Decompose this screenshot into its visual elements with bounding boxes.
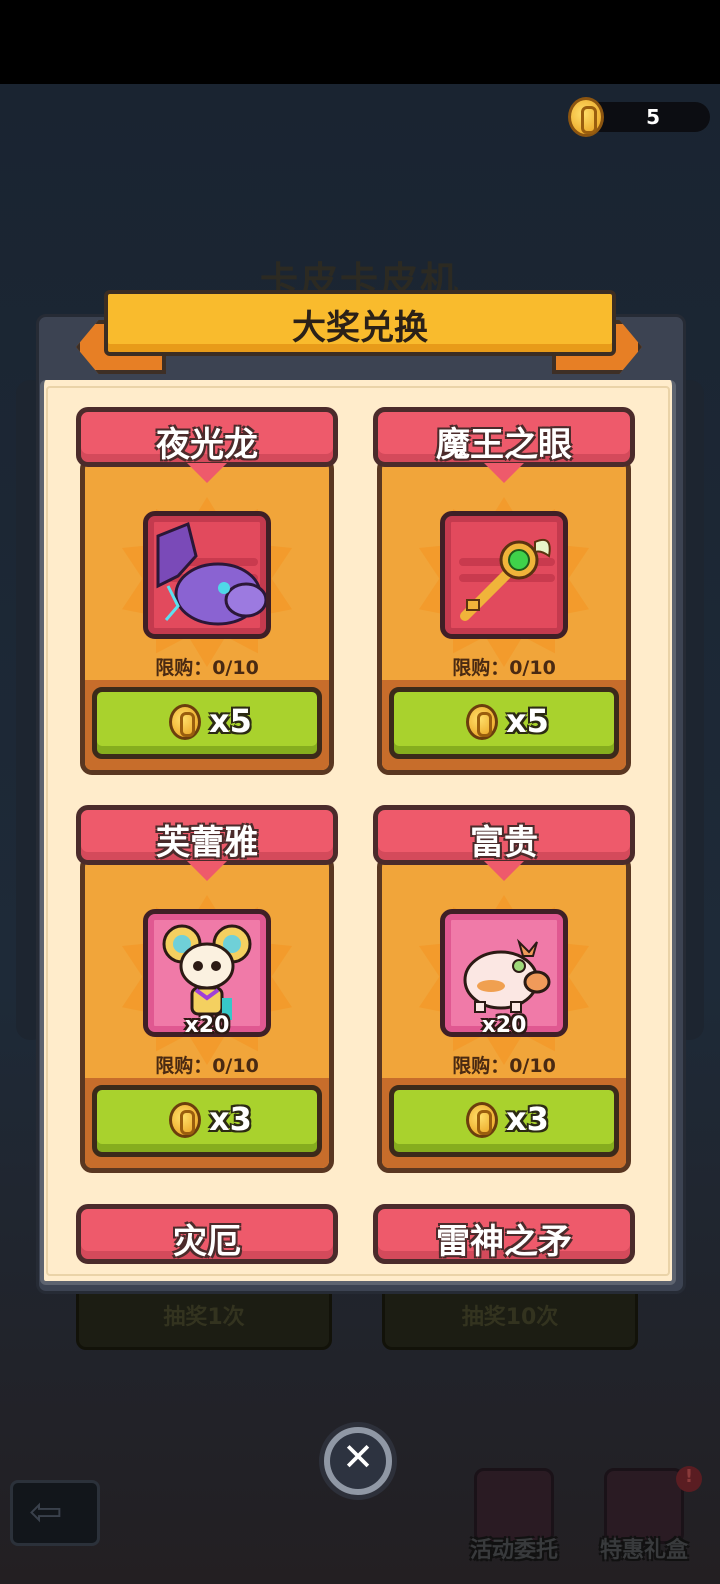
demon-eye-key-icon[interactable] (440, 511, 568, 639)
reward-card-calamity[interactable]: 灾厄 (76, 1204, 338, 1266)
reward-name: 富贵 (470, 823, 538, 863)
coin-icon (466, 704, 498, 740)
exchange-price: x3 (506, 1100, 549, 1138)
exchange-button-night-dragon[interactable]: x5 (92, 687, 322, 759)
close-icon: ✕ (342, 1435, 374, 1479)
reward-quantity: x20 (481, 1013, 527, 1038)
exchange-price: x5 (506, 702, 549, 740)
exchange-button-freya[interactable]: x3 (92, 1085, 322, 1157)
purchase-limit: 限购：0/10 (155, 657, 259, 679)
coin-icon (466, 1102, 498, 1138)
arrow-left-icon: ⇦ (29, 1489, 63, 1535)
night-dragon-icon[interactable] (143, 511, 271, 639)
reward-name: 雷神之矛 (436, 1222, 572, 1262)
reward-name: 魔王之眼 (436, 425, 572, 465)
exchange-price: x3 (209, 1100, 252, 1138)
purchase-limit: 限购：0/10 (452, 1055, 556, 1077)
exchange-button-fugui[interactable]: x3 (389, 1085, 619, 1157)
dialog-title: 大奖兑换 (292, 308, 428, 348)
reward-card-night-dragon: 夜光龙 限购：0/10 x5 (76, 407, 338, 775)
back-button: ⇦ (10, 1480, 100, 1546)
coin-icon (169, 1102, 201, 1138)
purchase-limit: 限购：0/10 (452, 657, 556, 679)
reward-quantity: x20 (184, 1013, 230, 1038)
reward-card-thunder-spear[interactable]: 雷神之矛 (373, 1204, 635, 1266)
reward-card-fugui: 富贵 x20 限购：0/10 x3 (373, 805, 635, 1173)
reward-name: 夜光龙 (156, 425, 258, 465)
activity-commission-button: 活动委托 (458, 1462, 570, 1572)
exchange-price: x5 (209, 702, 252, 740)
close-button[interactable]: ✕ (319, 1422, 397, 1500)
coin-count: 5 (646, 105, 660, 129)
alert-badge: ! (676, 1466, 702, 1492)
coin-icon (568, 97, 604, 137)
special-gift-box-button: ! 特惠礼盒 (588, 1462, 702, 1572)
reward-name: 芙蕾雅 (156, 823, 258, 863)
status-bar (0, 0, 720, 84)
exchange-button-demon-eye[interactable]: x5 (389, 687, 619, 759)
reward-card-demon-eye: 魔王之眼 限购：0/10 x5 (373, 407, 635, 775)
coin-icon (169, 704, 201, 740)
reward-card-freya: 芙蕾雅 x20 限购：0/10 x3 (76, 805, 338, 1173)
reward-name: 灾厄 (173, 1222, 241, 1262)
purchase-limit: 限购：0/10 (155, 1055, 259, 1077)
